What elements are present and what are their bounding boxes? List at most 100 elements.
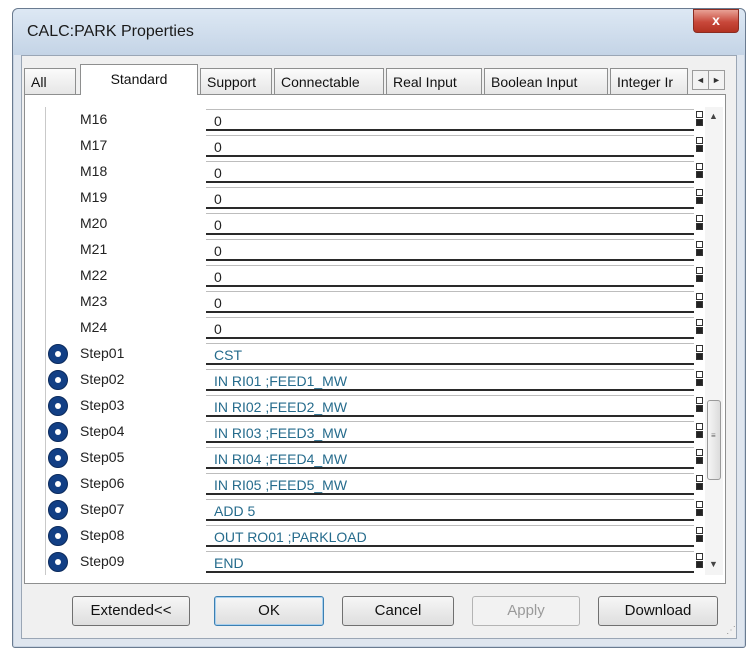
connect-marker-icon[interactable] (696, 474, 705, 494)
param-label: M19 (80, 189, 108, 205)
step-icon[interactable] (48, 552, 68, 572)
param-value-text: END (214, 555, 244, 571)
param-label: Step08 (80, 527, 125, 543)
connect-marker-icon[interactable] (696, 318, 705, 338)
param-value-text: ADD 5 (214, 503, 256, 519)
connect-marker-icon[interactable] (696, 500, 705, 520)
param-value-text: OUT RO01 ;PARKLOAD (214, 529, 367, 545)
connect-marker-icon[interactable] (696, 136, 705, 156)
param-label: Step03 (80, 397, 125, 413)
param-value-text: 0 (214, 113, 222, 129)
connect-marker-icon[interactable] (696, 448, 705, 468)
grid-row: Step07 ADD 5 (46, 497, 708, 523)
param-label: Step02 (80, 371, 125, 387)
tab-standard[interactable]: Standard (80, 64, 198, 95)
param-value-field[interactable]: 0 (206, 161, 694, 183)
tab-support[interactable]: Support (200, 68, 272, 94)
step-icon[interactable] (48, 526, 68, 546)
connect-marker-icon[interactable] (696, 240, 705, 260)
connect-marker-icon[interactable] (696, 266, 705, 286)
grid-row: Step02 IN RI01 ;FEED1_MW (46, 367, 708, 393)
cancel-button[interactable]: Cancel (342, 596, 454, 626)
param-label: Step01 (80, 345, 125, 361)
param-value-text: 0 (214, 165, 222, 181)
param-value-text: 0 (214, 217, 222, 233)
grid-row: Step05 IN RI04 ;FEED4_MW (46, 445, 708, 471)
tab-integer-input[interactable]: Integer Ir (610, 68, 688, 94)
connect-marker-icon[interactable] (696, 526, 705, 546)
grid-row: M17 0 (46, 133, 708, 159)
param-label: Step06 (80, 475, 125, 491)
param-label: M20 (80, 215, 108, 231)
param-value-field[interactable]: END (206, 551, 694, 573)
connect-marker-icon[interactable] (696, 344, 705, 364)
download-button[interactable]: Download (598, 596, 718, 626)
step-icon[interactable] (48, 370, 68, 390)
tab-scroll-left-icon[interactable]: ◄ (692, 70, 709, 90)
extended-button[interactable]: Extended<< (72, 596, 190, 626)
param-value-field[interactable]: ADD 5 (206, 499, 694, 521)
connect-marker-icon[interactable] (696, 110, 705, 130)
scroll-up-icon[interactable]: ▲ (709, 111, 718, 121)
scrollbar-thumb[interactable]: ≡ (707, 400, 721, 480)
param-value-field[interactable]: IN RI02 ;FEED2_MW (206, 395, 694, 417)
resize-grip-icon[interactable]: ⋰ (726, 625, 736, 636)
title-bar[interactable]: CALC:PARK Properties x (13, 9, 745, 55)
step-icon[interactable] (48, 396, 68, 416)
param-value-field[interactable]: IN RI03 ;FEED3_MW (206, 421, 694, 443)
param-value-field[interactable]: 0 (206, 213, 694, 235)
param-value-field[interactable]: OUT RO01 ;PARKLOAD (206, 525, 694, 547)
grid-row: M20 0 (46, 211, 708, 237)
apply-button[interactable]: Apply (472, 596, 580, 626)
connect-marker-icon[interactable] (696, 188, 705, 208)
step-icon[interactable] (48, 474, 68, 494)
param-value-field[interactable]: 0 (206, 109, 694, 131)
grid-row: M23 0 (46, 289, 708, 315)
tab-boolean-input[interactable]: Boolean Input (484, 68, 608, 94)
ok-button[interactable]: OK (214, 596, 324, 626)
param-label: M18 (80, 163, 108, 179)
param-label: M17 (80, 137, 108, 153)
param-value-field[interactable]: 0 (206, 291, 694, 313)
param-value-text: 0 (214, 243, 222, 259)
grid-row: M21 0 (46, 237, 708, 263)
param-value-field[interactable]: 0 (206, 265, 694, 287)
connect-marker-icon[interactable] (696, 422, 705, 442)
step-icon[interactable] (48, 500, 68, 520)
connect-marker-icon[interactable] (696, 214, 705, 234)
param-value-text: 0 (214, 321, 222, 337)
connect-marker-icon[interactable] (696, 552, 705, 572)
vertical-scrollbar[interactable]: ▲ ≡ ▼ (705, 107, 723, 575)
param-label: Step04 (80, 423, 125, 439)
step-icon[interactable] (48, 448, 68, 468)
param-value-field[interactable]: 0 (206, 317, 694, 339)
close-button[interactable]: x (693, 9, 739, 33)
tab-connectable[interactable]: Connectable (274, 68, 384, 94)
connect-marker-icon[interactable] (696, 396, 705, 416)
param-value-text: IN RI05 ;FEED5_MW (214, 477, 348, 493)
tab-all[interactable]: All (24, 68, 76, 94)
connect-marker-icon[interactable] (696, 162, 705, 182)
step-icon[interactable] (48, 344, 68, 364)
grip-icon: ≡ (711, 431, 716, 440)
param-label: Step05 (80, 449, 125, 465)
param-value-text: IN RI02 ;FEED2_MW (214, 399, 348, 415)
tab-scroll-right-icon[interactable]: ► (708, 70, 725, 90)
step-icon[interactable] (48, 422, 68, 442)
param-value-text: 0 (214, 191, 222, 207)
scroll-down-icon[interactable]: ▼ (709, 559, 718, 569)
param-value-field[interactable]: CST (206, 343, 694, 365)
grid-row: M24 0 (46, 315, 708, 341)
param-value-text: IN RI01 ;FEED1_MW (214, 373, 348, 389)
param-value-field[interactable]: IN RI04 ;FEED4_MW (206, 447, 694, 469)
grid-row: Step08 OUT RO01 ;PARKLOAD (46, 523, 708, 549)
param-value-field[interactable]: IN RI05 ;FEED5_MW (206, 473, 694, 495)
param-value-field[interactable]: 0 (206, 135, 694, 157)
param-value-field[interactable]: 0 (206, 239, 694, 261)
connect-marker-icon[interactable] (696, 292, 705, 312)
connect-marker-icon[interactable] (696, 370, 705, 390)
param-value-field[interactable]: IN RI01 ;FEED1_MW (206, 369, 694, 391)
tab-real-input[interactable]: Real Input (386, 68, 482, 94)
param-value-field[interactable]: 0 (206, 187, 694, 209)
grid-row: M22 0 (46, 263, 708, 289)
